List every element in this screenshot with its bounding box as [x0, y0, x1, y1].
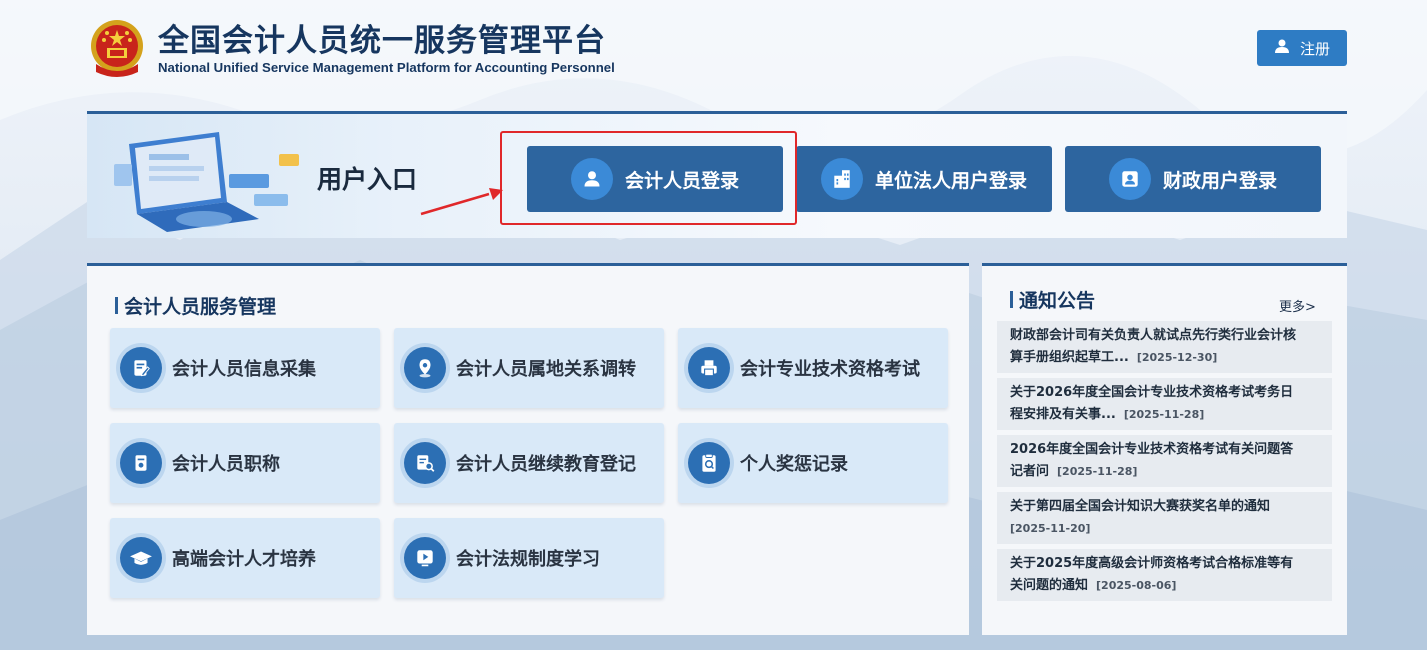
service-qualification-exam[interactable]: 会计专业技术资格考试 [678, 328, 948, 408]
finance-login-button[interactable]: 财政用户登录 [1065, 146, 1321, 212]
title-bar [1010, 291, 1013, 308]
register-label: 注册 [1299, 39, 1330, 58]
service-professional-title[interactable]: 会计人员职称 [110, 423, 380, 503]
page-subtitle: National Unified Service Management Plat… [158, 60, 615, 75]
id-card-icon [1108, 158, 1151, 200]
service-label: 会计人员信息采集 [172, 359, 316, 380]
entity-login-label: 单位法人用户登录 [874, 169, 1027, 192]
notice-item[interactable]: 关于2025年度高级会计师资格考试合格标准等有 关问题的通知 [2025-08-0… [997, 549, 1332, 601]
register-button[interactable]: 注册 [1257, 30, 1347, 66]
accountant-login-label: 会计人员登录 [624, 169, 739, 192]
graduation-cap-icon [120, 537, 162, 579]
service-label: 会计人员属地关系调转 [456, 359, 636, 380]
laptop-illustration-icon [114, 132, 299, 232]
clipboard-search-icon [688, 442, 730, 484]
certificate-icon [120, 442, 162, 484]
user-entry-panel: 用户入口 会计人员登录 单位法人用户登录 财政用户登录 [87, 111, 1347, 238]
notice-text: 财政部会计司有关负责人就试点先行类行业会计核 [1010, 328, 1297, 343]
service-label: 会计法规制度学习 [456, 549, 600, 570]
services-title-text: 会计人员服务管理 [124, 296, 277, 318]
notice-item[interactable]: 关于第四届全国会计知识大赛获奖名单的通知 [2025-11-20] [997, 492, 1332, 544]
finance-login-label: 财政用户登录 [1162, 169, 1277, 192]
page-title: 全国会计人员统一服务管理平台 [158, 23, 606, 59]
notice-date: [2025-11-28] [1057, 465, 1138, 478]
services-title: 会计人员服务管理 [115, 292, 276, 319]
notice-item[interactable]: 2026年度全国会计专业技术资格考试有关问题答 记者问 [2025-11-28] [997, 435, 1332, 487]
entity-login-button[interactable]: 单位法人用户登录 [796, 146, 1052, 212]
service-talent-training[interactable]: 高端会计人才培养 [110, 518, 380, 598]
notice-date: [2025-11-20] [1010, 522, 1091, 535]
edit-document-icon [120, 347, 162, 389]
notice-text: 关问题的通知 [1010, 578, 1089, 593]
service-info-collection[interactable]: 会计人员信息采集 [110, 328, 380, 408]
national-emblem-icon [88, 18, 146, 80]
notice-text: 记者问 [1010, 464, 1050, 479]
notice-panel: 通知公告 更多> 财政部会计司有关负责人就试点先行类行业会计核 算手册组织起草工… [982, 263, 1347, 635]
document-search-icon [404, 442, 446, 484]
accountant-login-button[interactable]: 会计人员登录 [527, 146, 783, 212]
notice-text: 关于2026年度全国会计专业技术资格考试考务日 [1010, 385, 1294, 400]
red-arrow-icon [420, 188, 503, 216]
service-relation-transfer[interactable]: 会计人员属地关系调转 [394, 328, 664, 408]
service-label: 会计人员继续教育登记 [456, 454, 636, 475]
notice-title-text: 通知公告 [1019, 290, 1096, 312]
services-panel: 会计人员服务管理 会计人员信息采集 会计人员属地关系调转 会计专业技术资格考试 … [87, 263, 969, 635]
notice-item[interactable]: 财政部会计司有关负责人就试点先行类行业会计核 算手册组织起草工... [2025-… [997, 321, 1332, 373]
notice-item[interactable]: 关于2026年度全国会计专业技术资格考试考务日 程安排及有关事... [2025-… [997, 378, 1332, 430]
service-label: 会计专业技术资格考试 [740, 359, 920, 380]
notice-title: 通知公告 [1010, 286, 1095, 313]
service-label: 个人奖惩记录 [740, 454, 848, 475]
notice-date: [2025-08-06] [1096, 579, 1177, 592]
title-bar [115, 297, 118, 314]
user-entry-label: 用户入口 [317, 165, 418, 194]
service-continuing-education[interactable]: 会计人员继续教育登记 [394, 423, 664, 503]
notice-date: [2025-11-28] [1123, 408, 1205, 421]
service-regulation-learning[interactable]: 会计法规制度学习 [394, 518, 664, 598]
service-label: 高端会计人才培养 [172, 549, 316, 570]
notice-date: [2025-12-30] [1136, 351, 1218, 364]
notice-text: 2026年度全国会计专业技术资格考试有关问题答 [1010, 442, 1294, 457]
user-icon [1274, 38, 1290, 58]
notice-text: 关于2025年度高级会计师资格考试合格标准等有 [1010, 556, 1294, 571]
location-pin-icon [404, 347, 446, 389]
building-icon [820, 158, 863, 200]
notice-text: 算手册组织起草工... [1010, 350, 1129, 365]
more-link[interactable]: 更多> [1279, 296, 1316, 315]
printer-icon [688, 347, 730, 389]
notice-text: 程安排及有关事... [1010, 407, 1116, 422]
user-icon [570, 158, 613, 200]
service-label: 会计人员职称 [172, 454, 280, 475]
video-play-icon [404, 537, 446, 579]
notice-text: 关于第四届全国会计知识大赛获奖名单的通知 [1010, 499, 1271, 514]
site-header: 全国会计人员统一服务管理平台 National Unified Service … [88, 14, 615, 84]
service-reward-record[interactable]: 个人奖惩记录 [678, 423, 948, 503]
